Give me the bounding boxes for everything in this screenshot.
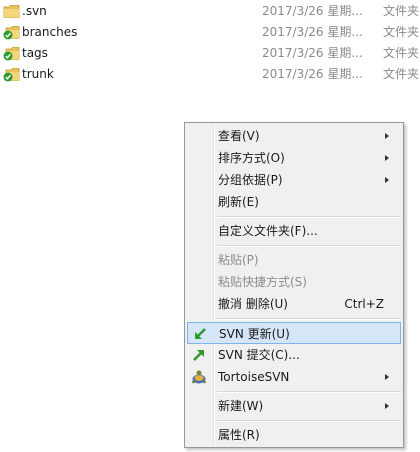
menu-separator [217, 391, 401, 393]
menu-item-label: 粘贴快捷方式(S) [218, 275, 307, 289]
menu-item-label: 分组依据(P) [218, 173, 283, 187]
file-date: 2017/3/26 星期... [262, 4, 363, 18]
menu-item-label: 查看(V) [218, 129, 260, 143]
svn-commit-icon [193, 350, 204, 361]
svn-folder-ok-icon [3, 26, 20, 40]
menu-item-new[interactable]: 新建(W) [187, 395, 401, 417]
submenu-arrow-icon [385, 177, 389, 183]
file-date: 2017/3/26 星期... [262, 46, 363, 60]
submenu-arrow-icon [385, 403, 389, 409]
file-type: 文件夹 [383, 46, 420, 60]
menu-item-label: SVN 提交(C)... [218, 348, 300, 362]
folder-icon [3, 5, 20, 18]
menu-item-customize-folder[interactable]: 自定义文件夹(F)... [187, 220, 401, 242]
file-date: 2017/3/26 星期... [262, 25, 363, 39]
menu-item-group-by[interactable]: 分组依据(P) [187, 169, 401, 191]
menu-item-properties[interactable]: 属性(R) [187, 424, 401, 446]
submenu-arrow-icon [385, 374, 389, 380]
menu-item-label: 自定义文件夹(F)... [218, 224, 318, 238]
menu-item-label: 新建(W) [218, 399, 264, 413]
file-row-svn[interactable]: .svn 2017/3/26 星期... 文件夹 [0, 1, 420, 22]
tortoise-icon [192, 370, 206, 384]
file-row-branches[interactable]: branches 2017/3/26 星期... 文件夹 [0, 22, 420, 43]
menu-separator [217, 318, 401, 320]
menu-item-label: 撤消 删除(U) [218, 297, 288, 311]
file-type: 文件夹 [383, 25, 420, 39]
file-name: .svn [22, 4, 47, 18]
file-name: trunk [22, 67, 54, 81]
menu-item-sort-by[interactable]: 排序方式(O) [187, 147, 401, 169]
file-row-trunk[interactable]: trunk 2017/3/26 星期... 文件夹 [0, 64, 420, 85]
menu-item-tortoisesvn[interactable]: TortoiseSVN [187, 366, 401, 388]
menu-item-shortcut: Ctrl+Z [344, 297, 384, 311]
submenu-arrow-icon [385, 155, 389, 161]
menu-item-label: TortoiseSVN [218, 370, 290, 384]
menu-item-svn-update[interactable]: SVN 更新(U) [187, 322, 401, 344]
file-type: 文件夹 [383, 67, 420, 81]
file-row-tags[interactable]: tags 2017/3/26 星期... 文件夹 [0, 43, 420, 64]
menu-item-paste: 粘贴(P) [187, 249, 401, 271]
file-name: branches [22, 25, 78, 39]
menu-item-label: 粘贴(P) [218, 253, 259, 267]
menu-separator [217, 420, 401, 422]
menu-item-label: 刷新(E) [218, 195, 259, 209]
menu-item-paste-shortcut: 粘贴快捷方式(S) [187, 271, 401, 293]
menu-item-label: 排序方式(O) [218, 151, 285, 165]
file-name: tags [22, 46, 48, 60]
svn-update-icon [195, 328, 206, 339]
svn-folder-ok-icon [3, 47, 20, 61]
submenu-arrow-icon [385, 133, 389, 139]
menu-item-label: 属性(R) [218, 428, 260, 442]
file-date: 2017/3/26 星期... [262, 67, 363, 81]
menu-item-view[interactable]: 查看(V) [187, 125, 401, 147]
menu-item-undo-delete[interactable]: 撤消 删除(U) Ctrl+Z [187, 293, 401, 315]
file-type: 文件夹 [383, 4, 420, 18]
menu-separator [217, 245, 401, 247]
menu-separator [217, 216, 401, 218]
menu-item-label: SVN 更新(U) [219, 327, 290, 341]
menu-item-svn-commit[interactable]: SVN 提交(C)... [187, 344, 401, 366]
context-menu: 查看(V) 排序方式(O) 分组依据(P) 刷新(E) 自定义文件夹(F)...… [184, 122, 404, 448]
menu-item-refresh[interactable]: 刷新(E) [187, 191, 401, 213]
svn-folder-ok-icon [3, 68, 20, 82]
